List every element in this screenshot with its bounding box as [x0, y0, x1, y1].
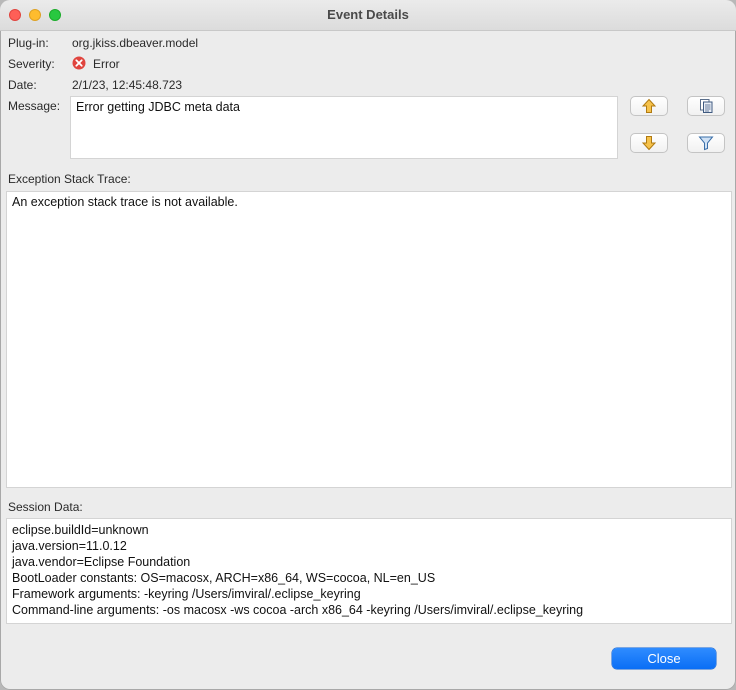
session-data-text-area[interactable]: eclipse.buildId=unknown java.version=11.… — [6, 518, 732, 624]
title-bar: Event Details — [0, 0, 736, 31]
session-line: Command-line arguments: -os macosx -ws c… — [12, 603, 584, 617]
session-line: eclipse.buildId=unknown — [12, 523, 149, 537]
arrow-up-icon — [641, 98, 657, 113]
message-value: Error getting JDBC meta data — [76, 100, 240, 114]
copy-icon — [700, 99, 713, 113]
plugin-value: org.jkiss.dbeaver.model — [72, 36, 199, 50]
filter-icon — [698, 136, 714, 151]
event-details-window: Event Details Plug-in: org.jkiss.dbeaver… — [0, 0, 736, 690]
stack-trace-label: Exception Stack Trace: — [8, 172, 131, 186]
session-line: BootLoader constants: OS=macosx, ARCH=x8… — [12, 571, 436, 585]
window-title: Event Details — [327, 7, 409, 22]
stack-trace-text-area[interactable]: An exception stack trace is not availabl… — [6, 191, 732, 488]
stack-trace-text: An exception stack trace is not availabl… — [12, 195, 238, 209]
severity-label: Severity: — [8, 57, 55, 71]
next-event-button[interactable] — [630, 133, 668, 153]
date-value: 2/1/23, 12:45:48.723 — [72, 78, 183, 92]
previous-event-button[interactable] — [630, 96, 668, 116]
message-text-area[interactable]: Error getting JDBC meta data — [70, 96, 618, 159]
error-icon — [72, 56, 86, 70]
date-label: Date: — [8, 78, 37, 92]
copy-button[interactable] — [687, 96, 725, 116]
arrow-down-icon — [641, 136, 657, 151]
session-line: java.vendor=Eclipse Foundation — [12, 555, 191, 569]
message-label: Message: — [8, 99, 61, 113]
severity-value: Error — [93, 57, 120, 71]
session-line: Framework arguments: -keyring /Users/imv… — [12, 587, 361, 601]
close-button[interactable]: Close — [612, 648, 716, 669]
session-line: java.version=11.0.12 — [12, 539, 127, 553]
plugin-label: Plug-in: — [8, 36, 49, 50]
filter-button[interactable] — [687, 133, 725, 153]
session-data-label: Session Data: — [8, 500, 83, 514]
